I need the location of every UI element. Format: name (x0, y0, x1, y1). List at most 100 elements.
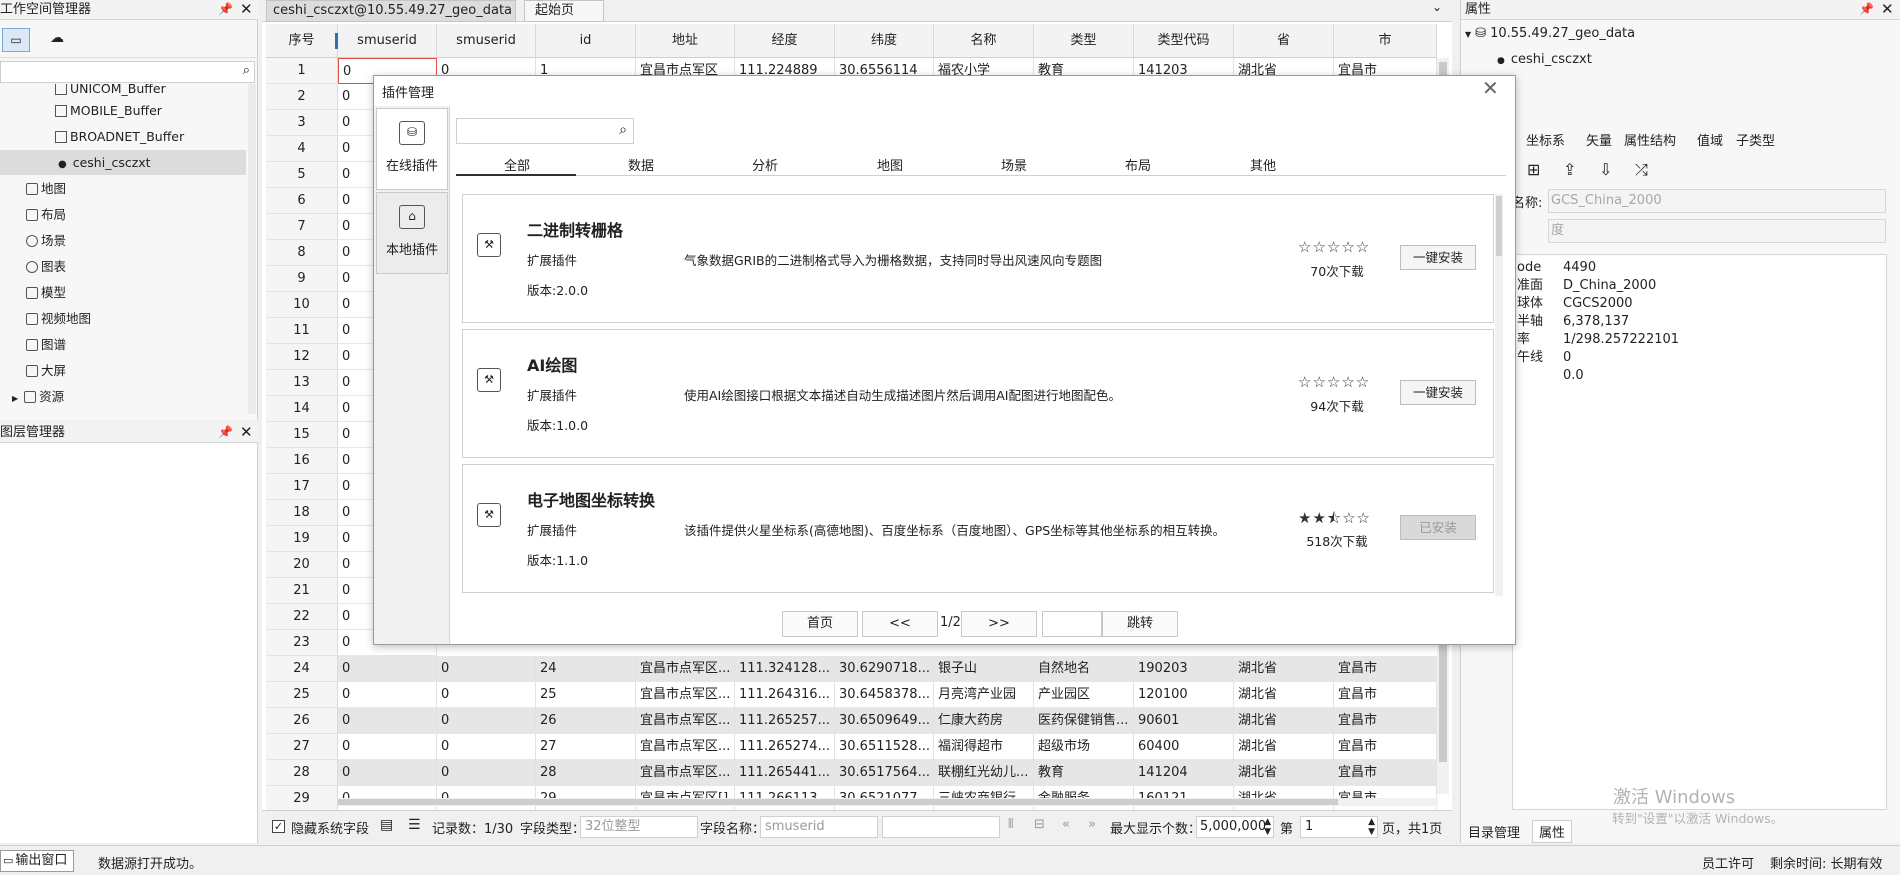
tab-catalog[interactable]: 目录管理 (1468, 822, 1520, 841)
table-cell[interactable]: 28 (536, 760, 636, 786)
export-icon[interactable]: ⇪ (1563, 160, 1576, 179)
row-number[interactable]: 18 (266, 500, 338, 526)
table-cell[interactable]: 60400 (1134, 734, 1234, 760)
install-button[interactable]: 一键安装 (1400, 380, 1476, 405)
field-type-field[interactable]: 32位整型 (580, 816, 698, 838)
datasource-tree-child[interactable]: ● ceshi_csczxt (1497, 52, 1592, 67)
table-cell[interactable]: 111.264316... (735, 682, 835, 708)
row-number[interactable]: 2 (266, 84, 338, 110)
column-header[interactable]: smuserid (437, 24, 536, 58)
tab-start-page[interactable]: 起始页 (524, 0, 604, 22)
table-cell[interactable]: 111.265257... (735, 708, 835, 734)
row-number[interactable]: 13 (266, 370, 338, 396)
field-name-field[interactable]: smuserid (760, 816, 878, 838)
page-number-stepper[interactable]: 1 ▲ ▼ (1300, 816, 1378, 838)
column-header[interactable]: smuserid (338, 24, 437, 58)
shuffle-icon[interactable]: ⤮ (1635, 160, 1648, 180)
column-header[interactable]: 地址 (636, 24, 735, 58)
row-number[interactable]: 27 (266, 734, 338, 760)
table-cell[interactable]: 27 (536, 734, 636, 760)
table-cell[interactable]: 190203 (1134, 656, 1234, 682)
table-cell[interactable]: 30.6511528... (835, 734, 934, 760)
tab-scene[interactable]: 场景 (1001, 155, 1027, 174)
column-header[interactable]: 名称 (934, 24, 1034, 58)
row-number[interactable]: 22 (266, 604, 338, 630)
table-cell[interactable]: 30.6290718... (835, 656, 934, 682)
table-cell[interactable]: 0 (338, 708, 437, 734)
row-number[interactable]: 26 (266, 708, 338, 734)
scrollbar-thumb[interactable] (338, 799, 1338, 805)
page-first-icon[interactable]: « (1062, 817, 1070, 832)
side-tab-online-plugins[interactable]: ⛁ 在线插件 (376, 108, 448, 190)
search-icon[interactable]: ⌕ (243, 63, 250, 78)
row-number[interactable]: 9 (266, 266, 338, 292)
table-cell[interactable]: 26 (536, 708, 636, 734)
cloud-icon[interactable]: ☁ (50, 30, 64, 46)
table-cell[interactable]: 24 (536, 656, 636, 682)
column-header[interactable]: 省 (1234, 24, 1334, 58)
table-cell[interactable]: 教育 (1034, 760, 1134, 786)
close-icon[interactable]: ✕ (1482, 76, 1499, 100)
table-cell[interactable]: 宜昌市 (1334, 760, 1437, 786)
next-page-button[interactable]: >> (961, 611, 1037, 637)
row-number[interactable]: 10 (266, 292, 338, 318)
table-cell[interactable]: 自然地名 (1034, 656, 1134, 682)
plugin-list-scrollbar[interactable] (1495, 194, 1503, 596)
table-cell[interactable]: 湖北省 (1234, 734, 1334, 760)
row-number[interactable]: 28 (266, 760, 338, 786)
pin-icon[interactable]: 📌 (1859, 2, 1874, 16)
tree-item-map[interactable]: 地图 (26, 176, 66, 201)
plugin-search-input[interactable]: ⌕ (456, 118, 634, 144)
table-cell[interactable]: 宜昌市点军区... (636, 656, 735, 682)
grid-horizontal-scrollbar[interactable] (338, 798, 1438, 806)
table-cell[interactable]: 宜昌市点军区... (636, 734, 735, 760)
new-workspace-icon[interactable]: ▭ (2, 28, 30, 52)
table-cell[interactable]: 宜昌市 (1334, 656, 1437, 682)
import-icon[interactable]: ⇩ (1599, 160, 1612, 179)
column-layout-icon[interactable]: ⊟ (1034, 817, 1045, 832)
row-number[interactable]: 17 (266, 474, 338, 500)
tab-all[interactable]: 全部 (504, 155, 530, 174)
list-view-icon[interactable]: ☰ (408, 817, 421, 833)
table-cell[interactable]: 超级市场 (1034, 734, 1134, 760)
row-number[interactable]: 12 (266, 344, 338, 370)
tree-scrollbar[interactable] (248, 84, 256, 414)
table-cell[interactable]: 湖北省 (1234, 708, 1334, 734)
row-number[interactable]: 15 (266, 422, 338, 448)
add-icon[interactable]: ⊞ (1527, 160, 1540, 179)
prev-page-button[interactable]: << (862, 611, 938, 637)
table-cell[interactable]: 湖北省 (1234, 760, 1334, 786)
column-first-icon[interactable]: ⫴ (1008, 817, 1013, 832)
tab-domain[interactable]: 值域 (1697, 130, 1723, 149)
close-icon[interactable]: ✕ (240, 423, 253, 441)
close-icon[interactable]: ✕ (1881, 0, 1894, 18)
table-cell[interactable]: 30.6517564... (835, 760, 934, 786)
table-cell[interactable]: 宜昌市点军区... (636, 708, 735, 734)
table-cell[interactable]: 0 (437, 656, 536, 682)
table-cell[interactable]: 月亮湾产业园 (934, 682, 1034, 708)
table-cell[interactable]: 120100 (1134, 682, 1234, 708)
table-cell[interactable]: 宜昌市 (1334, 708, 1437, 734)
tree-item-mobile-buffer[interactable]: MOBILE_Buffer (55, 98, 162, 123)
chevron-down-icon[interactable]: ⌄ (1432, 0, 1442, 14)
output-window-tab[interactable]: ▭ 输出窗口 (0, 850, 74, 872)
field-expression-input[interactable] (882, 816, 1000, 838)
jump-page-input[interactable] (1042, 611, 1102, 637)
tree-item-broadnet-buffer[interactable]: BROADNET_Buffer (55, 124, 184, 149)
table-cell[interactable]: 0 (437, 708, 536, 734)
tab-attribute-table[interactable]: ceshi_csczxt@10.55.49.27_geo_data (266, 0, 516, 22)
table-cell[interactable]: 0 (437, 760, 536, 786)
tree-item-layout[interactable]: 布局 (26, 202, 66, 227)
row-number[interactable]: 5 (266, 162, 338, 188)
table-cell[interactable]: 0 (437, 734, 536, 760)
row-number[interactable]: 3 (266, 110, 338, 136)
column-header[interactable]: id (536, 24, 636, 58)
expand-arrow-icon[interactable]: ▶ (12, 394, 18, 403)
table-cell[interactable]: 0 (338, 682, 437, 708)
table-cell[interactable]: 产业园区 (1034, 682, 1134, 708)
table-cell[interactable]: 0 (338, 734, 437, 760)
table-cell[interactable]: 111.265274... (735, 734, 835, 760)
tree-item-model[interactable]: 模型 (26, 280, 66, 305)
table-cell[interactable]: 0 (437, 682, 536, 708)
table-cell[interactable]: 银子山 (934, 656, 1034, 682)
